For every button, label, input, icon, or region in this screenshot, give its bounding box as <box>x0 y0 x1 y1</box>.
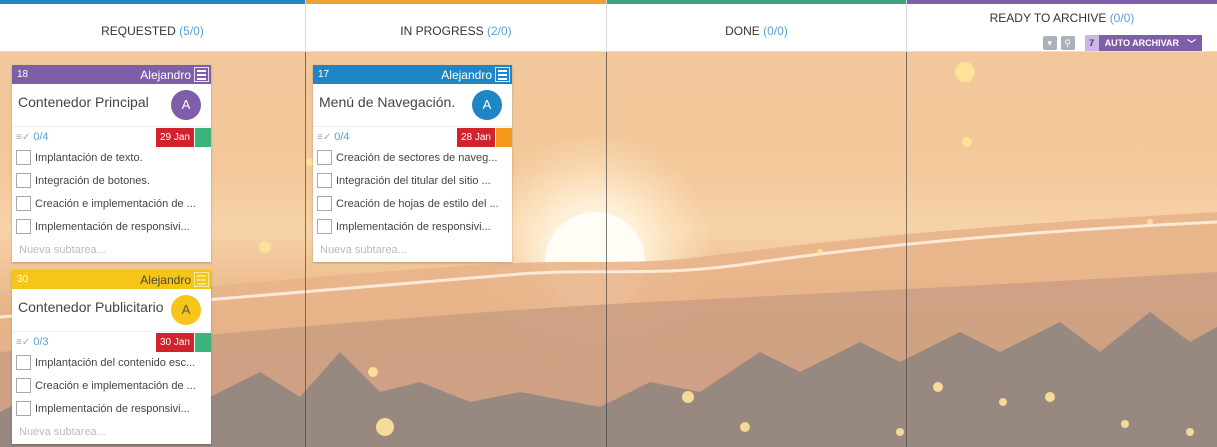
subtask-checkbox[interactable] <box>16 196 31 211</box>
column-divider <box>906 52 907 447</box>
subtask-item: Creación e implementación de ... <box>12 374 211 397</box>
subtask-item: Implantación de texto. <box>12 146 211 169</box>
column-title: REQUESTED <box>101 24 176 38</box>
column-header-in-progress[interactable]: IN PROGRESS (2/0) <box>306 0 607 52</box>
auto-archive-button[interactable]: 7 AUTO ARCHIVAR ﹀ <box>1084 35 1202 51</box>
new-subtask-input[interactable]: Nueva subtarea... <box>313 238 512 262</box>
priority-indicator[interactable] <box>195 128 211 147</box>
priority-indicator[interactable] <box>195 333 211 352</box>
column-header-ready-to-archive[interactable]: READY TO ARCHIVE (0/0) ▾ ⚲ 7 AUTO ARCHIV… <box>907 0 1217 52</box>
card-id: 18 <box>17 69 29 80</box>
subtask-label: Integración de botones. <box>35 174 150 187</box>
card-owner: Alejandro <box>140 68 191 82</box>
subtask-item: Implementación de responsivi... <box>12 215 211 238</box>
subtask-label: Implementación de responsivi... <box>336 220 491 233</box>
new-subtask-input[interactable]: Nueva subtarea... <box>12 238 211 262</box>
column-color-bar <box>0 0 305 4</box>
subtask-item: Integración del titular del sitio ... <box>313 169 512 192</box>
column-count: (5/0) <box>179 24 204 38</box>
card-owner: Alejandro <box>140 273 191 287</box>
card-menu-icon[interactable] <box>194 67 209 82</box>
chevron-down-icon: ﹀ <box>1186 38 1196 49</box>
subtask-label: Creación e implementación de ... <box>35 379 196 392</box>
subtask-label: Implantación del contenido esc... <box>35 356 196 369</box>
subtask-count: 0/4 <box>334 131 350 143</box>
card-header: 30 Alejandro <box>12 270 211 289</box>
column-title: IN PROGRESS <box>400 24 484 38</box>
subtask-list-icon: ≡✓ <box>16 132 31 143</box>
subtask-item: Implantación del contenido esc... <box>12 351 211 374</box>
subtask-label: Creación de hojas de estilo del ... <box>336 197 499 210</box>
avatar[interactable]: A <box>171 295 201 325</box>
subtask-label: Implementación de responsivi... <box>35 402 190 415</box>
task-card[interactable]: 18 Alejandro Contenedor Principal A ≡✓ 0/… <box>12 65 211 262</box>
card-title: Contenedor Publicitario <box>18 299 164 315</box>
subtask-count: 0/3 <box>33 336 49 348</box>
subtask-count: 0/4 <box>33 131 49 143</box>
column-divider <box>305 52 306 447</box>
subtask-item: Integración de botones. <box>12 169 211 192</box>
subtask-checkbox[interactable] <box>317 196 332 211</box>
archive-icon[interactable]: ▾ <box>1042 36 1057 50</box>
column-title: DONE <box>725 24 760 38</box>
card-menu-icon[interactable] <box>495 67 510 82</box>
column-divider <box>606 52 607 447</box>
column-count: (2/0) <box>487 24 512 38</box>
subtask-checkbox[interactable] <box>16 219 31 234</box>
subtask-item: Implementación de responsivi... <box>313 215 512 238</box>
subtask-checkbox[interactable] <box>317 173 332 188</box>
column-title: READY TO ARCHIVE <box>989 11 1107 25</box>
subtask-item: Creación e implementación de ... <box>12 192 211 215</box>
due-date-badge[interactable]: 30 Jan <box>155 333 194 352</box>
search-icon[interactable]: ⚲ <box>1060 36 1075 50</box>
subtask-list-icon: ≡✓ <box>317 132 332 143</box>
card-title: Menú de Navegación. <box>319 94 456 110</box>
subtask-label: Integración del titular del sitio ... <box>336 174 491 187</box>
subtask-item: Creación de sectores de naveg... <box>313 146 512 169</box>
subtask-checkbox[interactable] <box>16 401 31 416</box>
due-date-badge[interactable]: 28 Jan <box>456 128 495 147</box>
column-header-done[interactable]: DONE (0/0) <box>607 0 907 52</box>
subtask-checkbox[interactable] <box>317 150 332 165</box>
column-color-bar <box>306 0 606 4</box>
task-card[interactable]: 17 Alejandro Menú de Navegación. A ≡✓ 0/4… <box>313 65 512 262</box>
avatar[interactable]: A <box>472 90 502 120</box>
card-title: Contenedor Principal <box>18 94 149 110</box>
new-subtask-input[interactable]: Nueva subtarea... <box>12 420 211 444</box>
subtask-checkbox[interactable] <box>16 355 31 370</box>
card-owner: Alejandro <box>441 68 492 82</box>
subtask-item: Implementación de responsivi... <box>12 397 211 420</box>
priority-indicator[interactable] <box>496 128 512 147</box>
card-header: 18 Alejandro <box>12 65 211 84</box>
column-color-bar <box>607 0 906 4</box>
column-color-bar <box>907 0 1217 4</box>
subtask-label: Creación e implementación de ... <box>35 197 196 210</box>
subtask-label: Implementación de responsivi... <box>35 220 190 233</box>
card-id: 17 <box>318 69 330 80</box>
card-menu-icon[interactable] <box>194 272 209 287</box>
card-id: 30 <box>17 274 29 285</box>
avatar[interactable]: A <box>171 90 201 120</box>
auto-archive-label: AUTO ARCHIVAR <box>1104 38 1179 48</box>
subtask-checkbox[interactable] <box>16 378 31 393</box>
column-count: (0/0) <box>763 24 788 38</box>
due-date-badge[interactable]: 29 Jan <box>155 128 194 147</box>
column-count: (0/0) <box>1109 11 1135 25</box>
subtask-checkbox[interactable] <box>16 173 31 188</box>
archive-toolbar: ▾ ⚲ 7 AUTO ARCHIVAR ﹀ <box>1042 35 1202 51</box>
subtask-checkbox[interactable] <box>317 219 332 234</box>
subtask-checkbox[interactable] <box>16 150 31 165</box>
task-card[interactable]: 30 Alejandro Contenedor Publicitario A ≡… <box>12 270 211 444</box>
auto-archive-count: 7 <box>1084 35 1099 51</box>
subtask-list-icon: ≡✓ <box>16 337 31 348</box>
card-header: 17 Alejandro <box>313 65 512 84</box>
column-header-requested[interactable]: REQUESTED (5/0) <box>0 0 306 52</box>
column-header-row: REQUESTED (5/0) IN PROGRESS (2/0) DONE (… <box>0 0 1217 52</box>
subtask-item: Creación de hojas de estilo del ... <box>313 192 512 215</box>
subtask-label: Creación de sectores de naveg... <box>336 151 498 164</box>
subtask-label: Implantación de texto. <box>35 151 143 164</box>
